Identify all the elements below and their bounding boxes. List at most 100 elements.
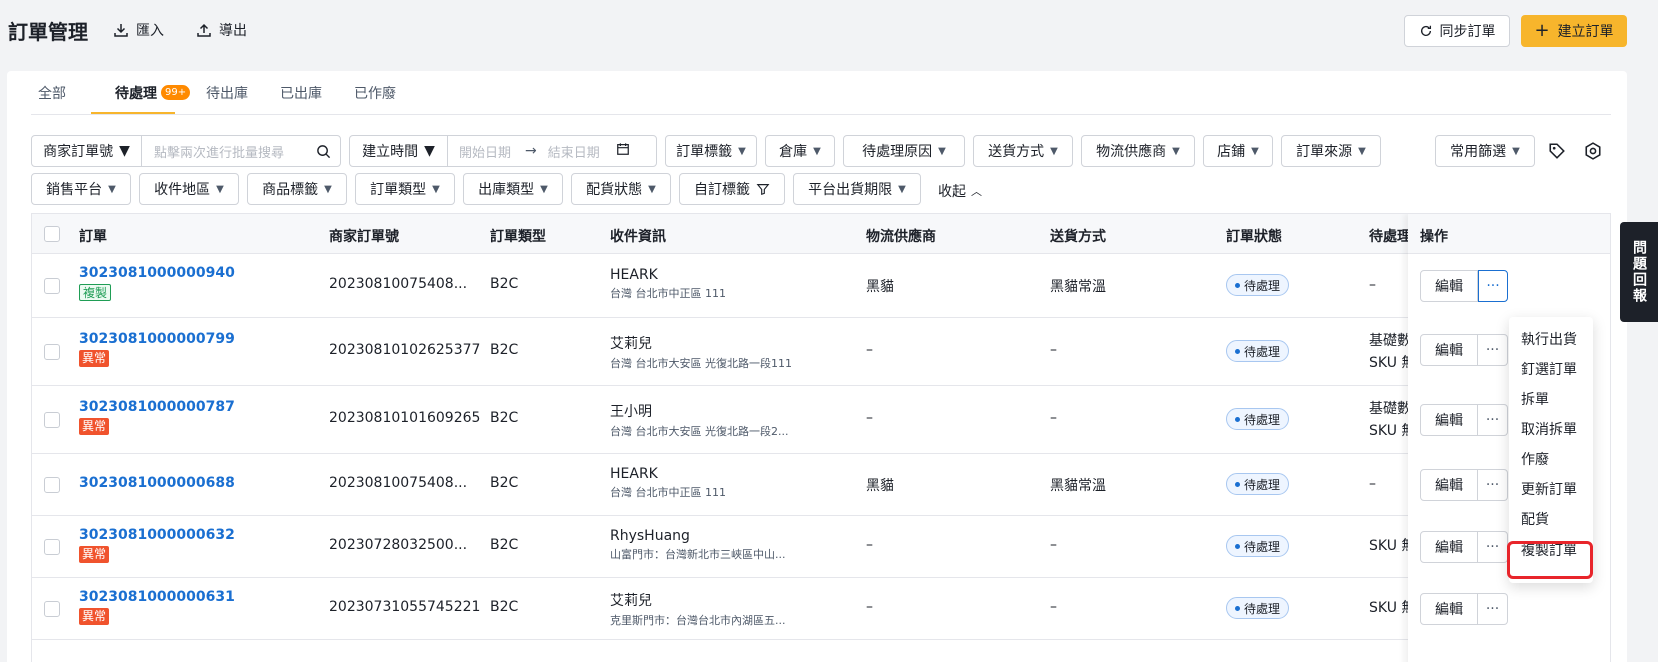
menu-item-void[interactable]: 作廢 xyxy=(1521,449,1549,469)
tab-shipped[interactable]: 已出庫 xyxy=(280,83,322,103)
order-type: B2C xyxy=(490,410,519,426)
export-button[interactable]: 導出 xyxy=(196,20,247,40)
order-number-link[interactable]: 3023081000000940 xyxy=(79,265,235,281)
table-row: 3023081000000787 異常 20230810101609265 B2… xyxy=(32,386,1610,454)
outbound-type-filter[interactable]: 出庫類型 ▼ xyxy=(463,173,563,205)
create-order-button[interactable]: + 建立訂單 xyxy=(1521,15,1627,47)
tab-voided[interactable]: 已作廢 xyxy=(354,83,396,103)
row-checkbox[interactable] xyxy=(44,601,60,617)
delivery-method: 黑貓常溫 xyxy=(1050,279,1106,295)
logistics-provider: – xyxy=(866,537,873,553)
common-filters-select[interactable]: 常用篩選 ▼ xyxy=(1435,135,1535,167)
plus-icon: + xyxy=(1534,20,1550,41)
edit-button[interactable]: 編輯 xyxy=(1420,593,1478,625)
col-order-type: 訂單類型 xyxy=(490,229,546,245)
start-date-input[interactable]: 開始日期 xyxy=(448,142,511,161)
edit-button[interactable]: 編輯 xyxy=(1420,531,1478,563)
recipient-address: 台灣 台北市中正區 111 xyxy=(610,486,726,499)
platform-deadline-filter[interactable]: 平台出貨期限 ▼ xyxy=(793,173,921,205)
merchant-order-no: 20230810102625377 xyxy=(329,342,481,358)
calendar-icon[interactable] xyxy=(616,142,630,160)
row-checkbox[interactable] xyxy=(44,344,60,360)
select-all-checkbox[interactable] xyxy=(44,226,60,242)
delivery-method: – xyxy=(1050,410,1057,426)
tab-all[interactable]: 全部 xyxy=(38,83,66,103)
collapse-filters-button[interactable]: 收起 ︿ xyxy=(938,181,982,201)
menu-item-update-order[interactable]: 更新訂單 xyxy=(1521,479,1577,499)
row-actions: 編輯 ··· xyxy=(1420,469,1508,501)
order-number-link[interactable]: 3023081000000631 xyxy=(79,589,235,605)
edit-button[interactable]: 編輯 xyxy=(1420,404,1478,436)
menu-item-cancel-split[interactable]: 取消拆單 xyxy=(1521,419,1577,439)
order-number-link[interactable]: 3023081000000688 xyxy=(79,475,235,491)
edit-button[interactable]: 編輯 xyxy=(1420,334,1478,366)
chevron-down-icon: ▼ xyxy=(1050,145,1058,157)
more-actions-button[interactable]: ··· xyxy=(1478,404,1508,436)
menu-item-execute-shipment[interactable]: 執行出貨 xyxy=(1521,329,1577,349)
sales-platform-filter[interactable]: 銷售平台 ▼ xyxy=(31,173,131,205)
col-recipient-info: 收件資訊 xyxy=(610,229,666,245)
merchant-order-no: 20230810101609265 xyxy=(329,410,481,426)
logistics-provider: 黑貓 xyxy=(866,478,894,494)
import-label: 匯入 xyxy=(136,23,164,39)
edit-button[interactable]: 編輯 xyxy=(1420,469,1478,501)
merchant-order-no: 20230728032500... xyxy=(329,537,468,553)
product-tag-filter[interactable]: 商品標籤 ▼ xyxy=(247,173,347,205)
row-checkbox[interactable] xyxy=(44,412,60,428)
created-time-select[interactable]: 建立時間 ▼ xyxy=(350,136,448,166)
order-number-link[interactable]: 3023081000000632 xyxy=(79,527,235,543)
more-actions-button[interactable]: ··· xyxy=(1478,531,1508,563)
end-date-input[interactable]: 結束日期 xyxy=(537,142,600,161)
more-actions-button[interactable]: ··· xyxy=(1478,593,1508,625)
tag-icon[interactable] xyxy=(1545,139,1569,163)
more-actions-button[interactable]: ··· xyxy=(1478,270,1508,302)
order-type-filter[interactable]: 訂單類型 ▼ xyxy=(355,173,455,205)
chevron-down-icon: ▼ xyxy=(424,143,435,159)
sync-orders-button[interactable]: 同步訂單 xyxy=(1404,15,1510,47)
active-tab-indicator xyxy=(91,112,175,114)
edit-button[interactable]: 編輯 xyxy=(1420,270,1478,302)
col-order-status: 訂單狀態 xyxy=(1226,229,1282,245)
more-actions-button[interactable]: ··· xyxy=(1478,334,1508,366)
tab-pending[interactable]: 待處理 99+ xyxy=(115,83,191,103)
order-number-link[interactable]: 3023081000000799 xyxy=(79,331,235,347)
order-number-link[interactable]: 3023081000000787 xyxy=(79,399,235,415)
menu-item-pin-order[interactable]: 釘選訂單 xyxy=(1521,359,1577,379)
warehouse-filter[interactable]: 倉庫 ▼ xyxy=(765,135,835,167)
order-tag-filter[interactable]: 訂單標籤 ▼ xyxy=(665,135,757,167)
chevron-down-icon: ▼ xyxy=(1358,145,1366,157)
delivery-method: – xyxy=(1050,537,1057,553)
row-checkbox[interactable] xyxy=(44,477,60,493)
import-button[interactable]: 匯入 xyxy=(113,20,164,40)
arrow-right-icon: → xyxy=(525,143,537,159)
download-icon xyxy=(114,24,128,37)
order-source-filter[interactable]: 訂單來源 ▼ xyxy=(1281,135,1381,167)
table-row: 3023081000000632 異常 20230728032500... B2… xyxy=(32,516,1610,578)
recipient-name: 艾莉兒 xyxy=(610,336,652,352)
allocation-status-filter[interactable]: 配貨狀態 ▼ xyxy=(571,173,671,205)
pending-reason-filter[interactable]: 待處理原因 ▼ xyxy=(843,135,965,167)
menu-item-split-order[interactable]: 拆單 xyxy=(1521,389,1549,409)
status-badge: 待處理 xyxy=(1226,597,1290,619)
gear-icon[interactable] xyxy=(1581,139,1605,163)
status-badge: 待處理 xyxy=(1226,535,1290,557)
search-input[interactable]: 點擊兩次進行批量搜尋 xyxy=(142,142,306,161)
more-actions-button[interactable]: ··· xyxy=(1478,469,1508,501)
row-checkbox[interactable] xyxy=(44,539,60,555)
feedback-tab[interactable]: 問題回報 xyxy=(1620,222,1658,322)
merchant-order-select[interactable]: 商家訂單號 ▼ xyxy=(32,136,142,166)
col-delivery-method: 送貨方式 xyxy=(1050,229,1106,245)
export-label: 導出 xyxy=(219,23,247,39)
recipient-region-filter[interactable]: 收件地區 ▼ xyxy=(139,173,239,205)
row-checkbox[interactable] xyxy=(44,278,60,294)
tab-awaiting-outbound[interactable]: 待出庫 xyxy=(206,83,248,103)
search-icon[interactable] xyxy=(306,144,340,159)
menu-item-allocate[interactable]: 配貨 xyxy=(1521,509,1549,529)
custom-tag-filter[interactable]: 自訂標籤 xyxy=(679,173,785,205)
logistics-provider-filter[interactable]: 物流供應商 ▼ xyxy=(1081,135,1195,167)
merchant-order-search: 商家訂單號 ▼ 點擊兩次進行批量搜尋 xyxy=(31,135,341,167)
delivery-method-filter[interactable]: 送貨方式 ▼ xyxy=(973,135,1073,167)
order-type: B2C xyxy=(490,276,519,292)
store-filter[interactable]: 店鋪 ▼ xyxy=(1203,135,1273,167)
recipient-address: 山富門市：台灣新北市三峽區中山... xyxy=(610,548,786,561)
